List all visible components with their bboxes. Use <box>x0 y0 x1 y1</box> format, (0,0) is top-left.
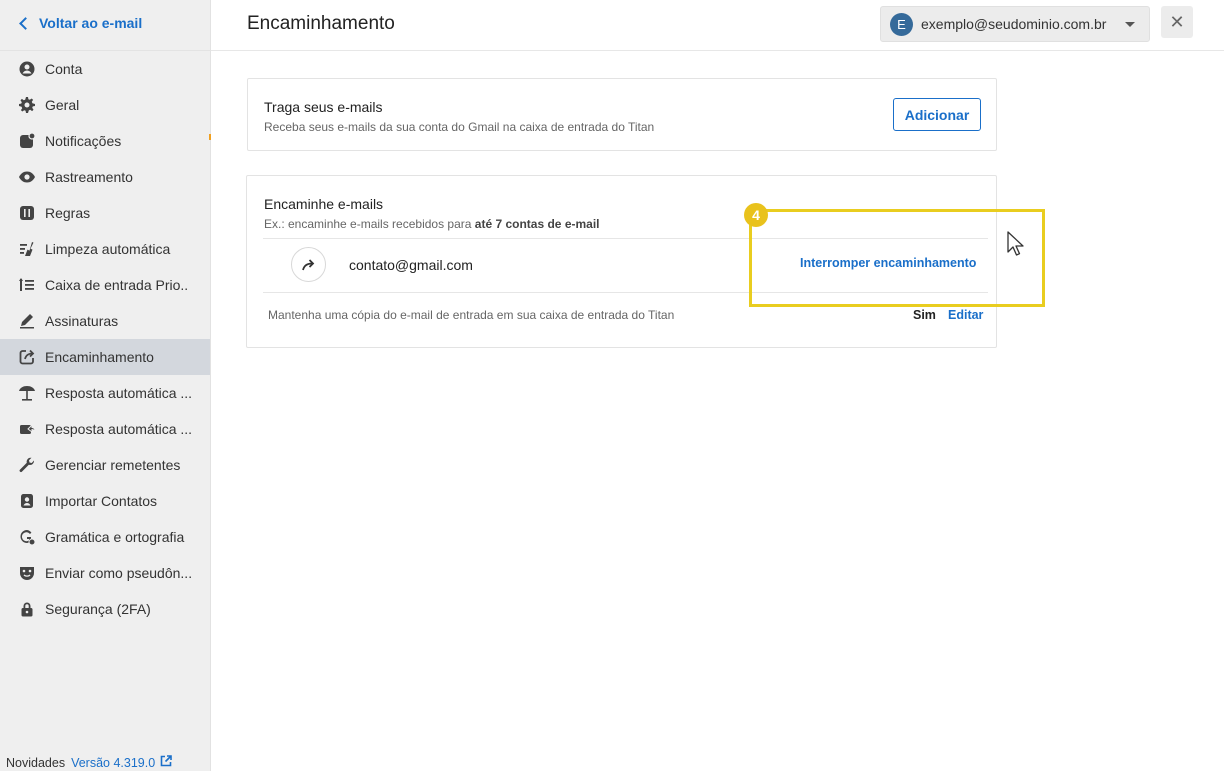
mouse-cursor-icon <box>1006 230 1026 263</box>
import-emails-card: Traga seus e-mails Receba seus e-mails d… <box>247 78 997 151</box>
chevron-down-icon <box>1125 22 1135 27</box>
keep-copy-label: Mantenha uma cópia do e-mail de entrada … <box>268 308 675 322</box>
sidebar-item-label: Enviar como pseudôn... <box>45 565 193 581</box>
sidebar-item-label: Gerenciar remetentes <box>45 457 181 473</box>
mask-icon <box>18 564 36 582</box>
sidebar-item-seguranca[interactable]: Segurança (2FA) <box>0 591 210 627</box>
keep-copy-value: Sim <box>913 308 936 322</box>
sidebar-item-label: Regras <box>45 205 91 221</box>
sidebar-item-label: Conta <box>45 61 83 77</box>
sidebar-item-prioridade[interactable]: Caixa de entrada Prio.. <box>0 267 210 303</box>
bell-icon <box>18 132 36 150</box>
sidebar-item-limpeza[interactable]: Limpeza automática <box>0 231 210 267</box>
version-footer: Novidades Versão 4.319.0 <box>6 755 172 770</box>
import-card-subtitle: Receba seus e-mails da sua conta do Gmai… <box>264 120 655 134</box>
sidebar-item-label: Encaminhamento <box>45 349 154 365</box>
sidebar-item-enviar-como-pseudonimo[interactable]: Enviar como pseudôn... <box>0 555 210 591</box>
sidebar-item-label: Geral <box>45 97 80 113</box>
page-header: Encaminhamento E exemplo@seudominio.com.… <box>211 0 1224 51</box>
gear-icon <box>18 96 36 114</box>
broom-icon <box>18 240 36 258</box>
eye-icon <box>18 168 36 186</box>
sidebar-item-label: Resposta automática ... <box>45 385 193 401</box>
forward-arrow-icon <box>291 247 326 282</box>
sidebar-item-resposta-automatica-2[interactable]: Resposta automática ... <box>0 411 210 447</box>
page-title: Encaminhamento <box>247 13 395 34</box>
sidebar-item-geral[interactable]: Geral <box>0 87 210 123</box>
account-email: exemplo@seudominio.com.br <box>921 16 1107 32</box>
forward-card-subtitle: Ex.: encaminhe e-mails recebidos para at… <box>264 217 600 231</box>
sidebar-item-label: Importar Contatos <box>45 493 158 509</box>
edit-link[interactable]: Editar <box>948 308 983 322</box>
sidebar-item-conta[interactable]: Conta <box>0 51 210 87</box>
wrench-icon <box>18 456 36 474</box>
news-label: Novidades <box>6 755 66 770</box>
close-button[interactable]: ✕ <box>1161 6 1193 38</box>
back-to-email-link[interactable]: Voltar ao e-mail <box>18 13 142 33</box>
auto-reply-icon <box>18 420 36 438</box>
rules-icon <box>18 204 36 222</box>
sidebar-item-resposta-automatica-1[interactable]: Resposta automática ... <box>0 375 210 411</box>
grammar-icon <box>18 528 36 546</box>
sidebar-item-label: Assinaturas <box>45 313 119 329</box>
sidebar-item-label: Notificações <box>45 133 122 149</box>
back-label: Voltar ao e-mail <box>39 15 143 31</box>
import-card-title: Traga seus e-mails <box>264 99 383 115</box>
sidebar-item-label: Rastreamento <box>45 169 133 185</box>
sidebar-item-regras[interactable]: Regras <box>0 195 210 231</box>
sidebar-item-label: Segurança (2FA) <box>45 601 151 617</box>
sidebar-item-label: Gramática e ortografia <box>45 529 185 545</box>
contacts-icon <box>18 492 36 510</box>
sidebar-item-label: Limpeza automática <box>45 241 171 257</box>
sidebar-item-gramatica[interactable]: Gramática e ortografia <box>0 519 210 555</box>
sidebar-item-rastreamento[interactable]: Rastreamento <box>0 159 210 195</box>
sidebar-item-gerenciar-remetentes[interactable]: Gerenciar remetentes <box>0 447 210 483</box>
version-link[interactable]: Versão 4.319.0 <box>71 756 155 770</box>
sidebar-item-notificacoes[interactable]: Notificações <box>0 123 210 159</box>
close-icon: ✕ <box>1169 11 1185 32</box>
sidebar-item-label: Caixa de entrada Prio.. <box>45 277 189 293</box>
priority-icon <box>18 276 36 294</box>
forward-target-email: contato@gmail.com <box>349 257 473 273</box>
umbrella-icon <box>18 384 36 402</box>
forward-icon <box>18 348 36 366</box>
sidebar-item-encaminhamento[interactable]: Encaminhamento <box>0 339 210 375</box>
settings-nav: Conta Geral Notificações Rastreamento Re… <box>0 51 210 627</box>
step-highlight-box <box>749 209 1045 307</box>
add-account-button[interactable]: Adicionar <box>893 98 981 131</box>
sidebar: Voltar ao e-mail Conta Geral Notificaçõe… <box>0 0 211 771</box>
chevron-left-icon <box>19 16 32 30</box>
external-link-icon[interactable] <box>155 755 172 770</box>
person-icon <box>18 60 36 78</box>
lock-icon <box>18 600 36 618</box>
subtitle-emphasis: até 7 contas de e-mail <box>474 217 600 231</box>
account-switcher[interactable]: E exemplo@seudominio.com.br <box>880 6 1150 42</box>
subtitle-text: Ex.: encaminhe e-mails recebidos para <box>264 217 475 231</box>
forward-card-title: Encaminhe e-mails <box>264 196 384 212</box>
step-badge: 4 <box>744 203 768 227</box>
sidebar-item-importar-contatos[interactable]: Importar Contatos <box>0 483 210 519</box>
pen-icon <box>18 312 36 330</box>
avatar: E <box>890 12 913 36</box>
sidebar-item-label: Resposta automática ... <box>45 421 193 437</box>
sidebar-item-assinaturas[interactable]: Assinaturas <box>0 303 210 339</box>
